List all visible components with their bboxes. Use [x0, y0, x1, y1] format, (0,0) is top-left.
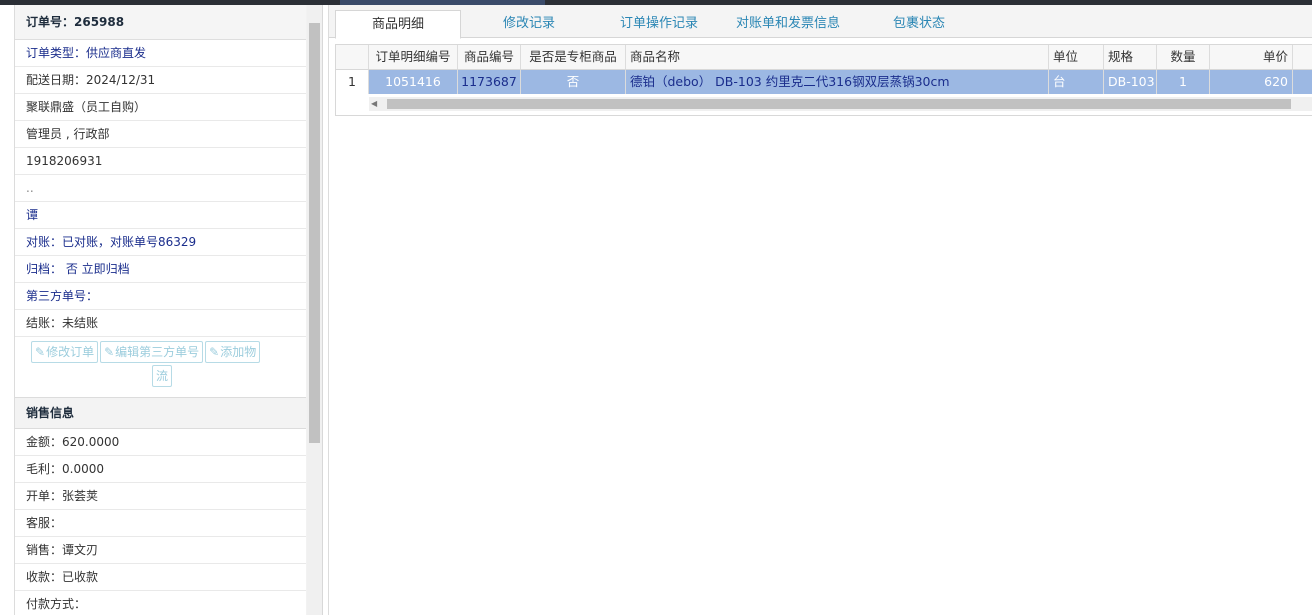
order-info-panel: 订单号：265988 订单类型：供应商直发 配送日期：2024/12/31 聚联… [0, 5, 323, 615]
sales-payment-status-row: 收款：已收款 [15, 564, 306, 591]
sales-amount-row: 金额：620.0000 [15, 429, 306, 456]
col-header-product-id[interactable]: 商品编号 [458, 45, 521, 69]
archive-row[interactable]: 归档： 否 立即归档 [15, 256, 306, 283]
cell-counter-item: 否 [521, 70, 626, 94]
add-logistics-label: 添加物 [220, 345, 257, 359]
tab-package-status[interactable]: 包裹状态 [879, 10, 959, 37]
sales-payment-method-row: 付款方式： [15, 591, 306, 615]
sales-margin-row: 毛利：0.0000 [15, 456, 306, 483]
grid-horizontal-scrollbar[interactable]: ◀ [369, 97, 1312, 111]
cell-spec: DB-103 [1103, 70, 1157, 94]
arrow-left-icon[interactable]: ◀ [371, 99, 379, 109]
contact-dept-row: 管理员 , 行政部 [15, 121, 306, 148]
left-gutter [0, 5, 15, 615]
settlement-row: 结账：未结账 [15, 310, 306, 337]
grid-header: 订单明细编号 商品编号 是否是专柜商品 商品名称 单位 规格 数量 单价 [336, 45, 1312, 70]
address-row: .. [15, 175, 306, 202]
delivery-date-row: 配送日期：2024/12/31 [15, 67, 306, 94]
receiver-row[interactable]: 谭 [15, 202, 306, 229]
col-header-detail-id[interactable]: 订单明细编号 [369, 45, 458, 69]
customer-row: 聚联鼎盛（员工自购） [15, 94, 306, 121]
detail-panel: 商品明细 修改记录 订单操作记录 对账单和发票信息 包裹状态 订单明细编号 商品… [328, 5, 1312, 615]
edit-third-party-button[interactable]: ✎编辑第三方单号 [100, 341, 204, 363]
sales-service-row: 客服： [15, 510, 306, 537]
order-info-content: 订单号：265988 订单类型：供应商直发 配送日期：2024/12/31 聚联… [15, 5, 306, 615]
order-number-title: 订单号：265988 [15, 5, 306, 40]
col-header-quantity[interactable]: 数量 [1157, 45, 1210, 69]
sales-issuer-row: 开单：张荟荚 [15, 483, 306, 510]
add-logistics-button-wrap[interactable]: 流 [152, 365, 173, 387]
tab-bar: 商品明细 修改记录 订单操作记录 对账单和发票信息 包裹状态 [329, 5, 1312, 39]
col-header-counter-item[interactable]: 是否是专柜商品 [521, 45, 626, 69]
col-header-unit[interactable]: 单位 [1048, 45, 1104, 69]
cell-unit-price: 620 [1210, 70, 1293, 94]
edit-third-party-label: 编辑第三方单号 [115, 345, 200, 359]
cell-product-id[interactable]: 1173687 [458, 70, 521, 94]
cell-unit: 台 [1048, 70, 1104, 94]
edit-icon: ✎ [35, 345, 46, 359]
tab-change-log[interactable]: 修改记录 [479, 10, 579, 37]
edit-icon: ✎ [104, 345, 115, 359]
edit-icon: ✎ [209, 345, 220, 359]
col-header-product-name[interactable]: 商品名称 [626, 45, 1049, 69]
left-scrollbar-thumb[interactable] [309, 23, 320, 443]
sales-person-row: 销售：谭文刃 [15, 537, 306, 564]
phone-row: 1918206931 [15, 148, 306, 175]
tab-order-operations[interactable]: 订单操作记录 [599, 10, 719, 37]
add-logistics-label-wrap: 流 [156, 369, 169, 383]
tab-product-details[interactable]: 商品明细 [335, 10, 461, 39]
col-header-spec[interactable]: 规格 [1103, 45, 1157, 69]
order-type-row: 订单类型：供应商直发 [15, 40, 306, 67]
row-number: 1 [336, 70, 369, 94]
col-header-unit-price[interactable]: 单价 [1210, 45, 1293, 69]
edit-order-button[interactable]: ✎修改订单 [31, 341, 99, 363]
reconciliation-row[interactable]: 对账：已对账，对账单号86329 [15, 229, 306, 256]
cell-product-name[interactable]: 德铂（debo） DB-103 约里克二代316钢双层蒸锅30cm [626, 70, 1049, 94]
tab-statement-invoice[interactable]: 对账单和发票信息 [723, 10, 853, 37]
add-logistics-button[interactable]: ✎添加物 [205, 341, 261, 363]
cell-quantity: 1 [1157, 70, 1210, 94]
product-grid: 订单明细编号 商品编号 是否是专柜商品 商品名称 单位 规格 数量 单价 1 1… [335, 44, 1312, 116]
cell-detail-id: 1051416 [369, 70, 458, 94]
row-number-header [336, 45, 369, 69]
table-row[interactable]: 1 1051416 1173687 否 德铂（debo） DB-103 约里克二… [336, 70, 1312, 94]
sales-info-title: 销售信息 [15, 397, 306, 429]
edit-order-label: 修改订单 [46, 345, 95, 359]
left-scrollbar[interactable] [307, 5, 322, 615]
grid-scrollbar-thumb[interactable] [387, 99, 1291, 109]
order-actions: ✎修改订单 ✎编辑第三方单号 ✎添加物 流 [15, 337, 306, 393]
third-party-number-row[interactable]: 第三方单号： [15, 283, 306, 310]
